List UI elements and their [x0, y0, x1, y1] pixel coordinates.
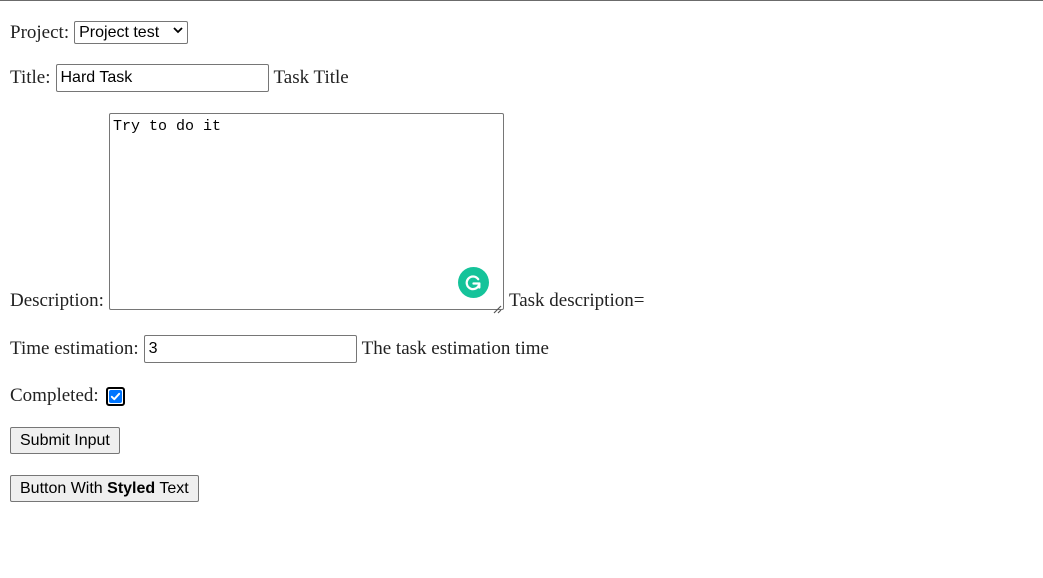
project-select[interactable]: Project test	[74, 21, 189, 44]
resize-grip-icon[interactable]	[492, 298, 502, 314]
description-textarea[interactable]: Try to do it	[108, 113, 504, 310]
styled-button-row: Button With Styled Text	[10, 475, 199, 502]
title-label: Title:	[10, 67, 51, 88]
time-row: Time estimation: The task estimation tim…	[10, 335, 549, 363]
title-row: Title: Task Title	[10, 64, 349, 92]
time-label: Time estimation:	[10, 338, 139, 359]
description-hint: Task description=	[508, 290, 645, 311]
grammarly-icon[interactable]	[457, 267, 489, 298]
completed-label: Completed:	[10, 385, 99, 406]
top-border	[0, 0, 1043, 1]
time-input[interactable]	[143, 335, 357, 363]
styled-button-bold: Styled	[107, 479, 156, 497]
styled-button-suffix: Text	[155, 479, 189, 497]
description-textarea-wrap: Try to do it	[108, 113, 504, 314]
styled-button-prefix: Button With	[20, 479, 108, 497]
time-hint: The task estimation time	[361, 338, 549, 359]
project-label: Project:	[10, 21, 70, 43]
description-label: Description:	[10, 290, 104, 311]
project-row: Project: Project test	[10, 21, 189, 44]
project-select-wrap[interactable]: Project test	[74, 21, 189, 44]
styled-text-button[interactable]: Button With Styled Text	[10, 475, 199, 502]
submit-input-button[interactable]: Submit Input	[10, 427, 120, 454]
title-hint: Task Title	[273, 67, 349, 88]
checkmark-icon	[110, 392, 120, 400]
checkbox-fill	[108, 389, 122, 403]
completed-checkbox[interactable]	[105, 386, 125, 406]
description-row: Description: Try to do it Task descripti…	[10, 113, 645, 314]
title-input[interactable]	[55, 64, 269, 92]
completed-row: Completed:	[10, 385, 125, 407]
submit-row: Submit Input	[10, 427, 120, 454]
